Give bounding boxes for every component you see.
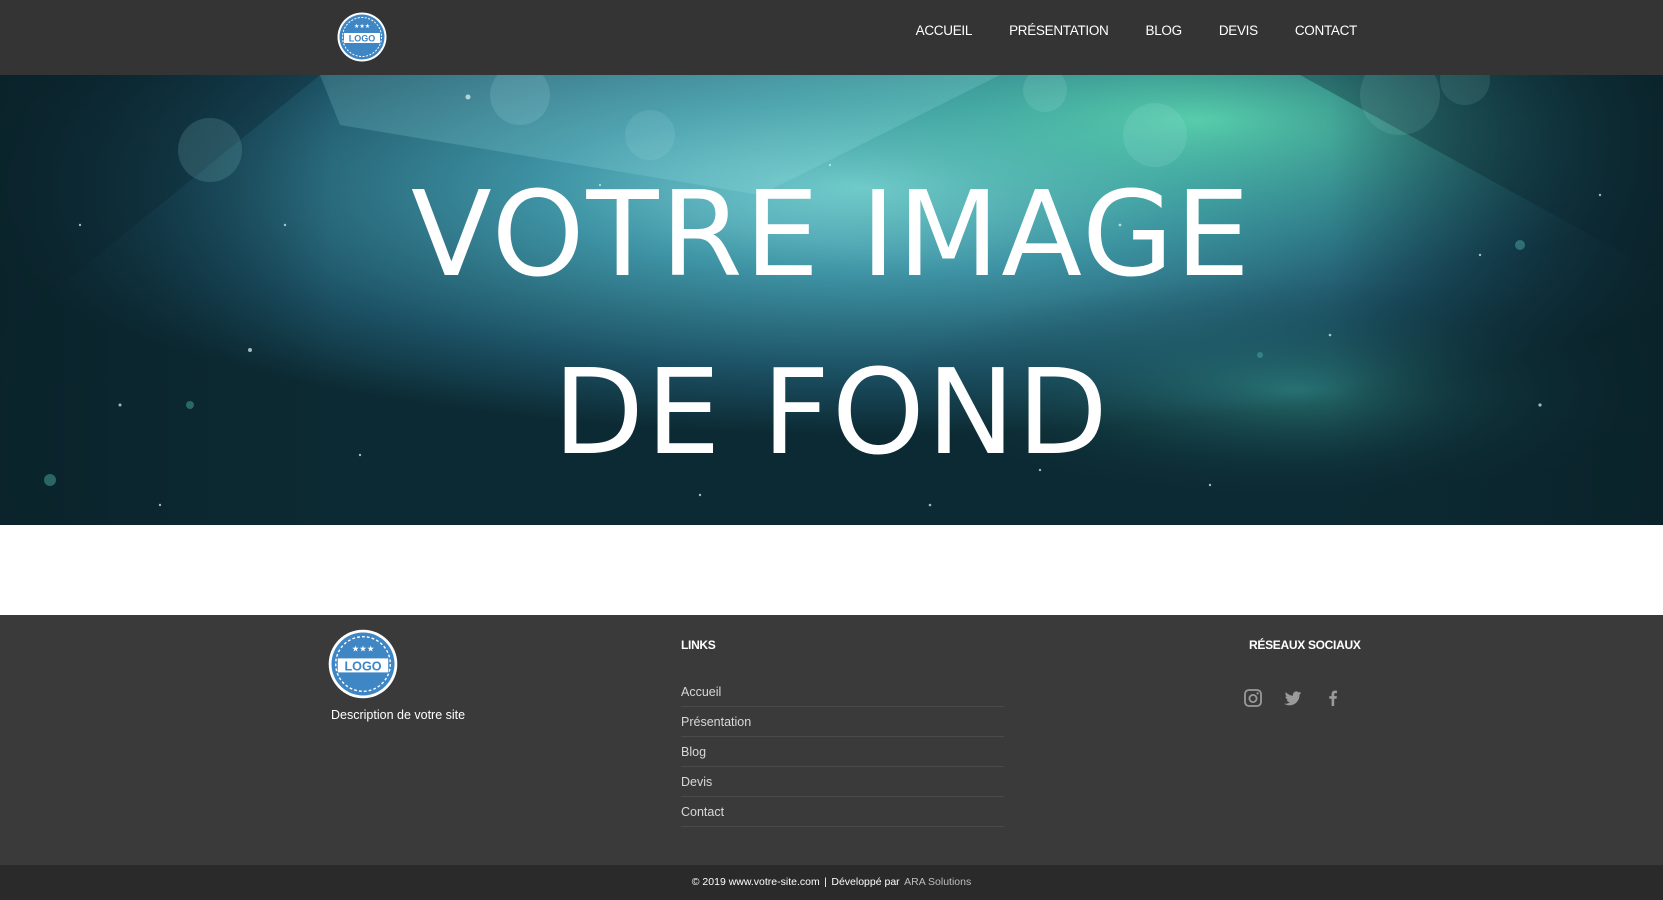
- footer-logo[interactable]: ★★★ LOGO: [328, 629, 398, 699]
- logo-text: LOGO: [344, 659, 381, 673]
- list-item: Présentation: [681, 707, 1004, 737]
- footer-link-devis[interactable]: Devis: [681, 775, 712, 789]
- instagram-icon[interactable]: [1243, 688, 1263, 708]
- logo-stars: ★★★: [354, 23, 370, 30]
- logo-text: LOGO: [349, 34, 376, 44]
- footer-link-contact[interactable]: Contact: [681, 805, 724, 819]
- logo-badge-icon: ★★★ LOGO: [337, 12, 387, 62]
- logo-badge-icon: ★★★ LOGO: [328, 629, 398, 699]
- social-icons: [1243, 688, 1343, 708]
- developer-link[interactable]: ARA Solutions: [904, 876, 971, 888]
- developed-by-label: Développé par: [831, 876, 900, 888]
- site-description: Description de votre site: [331, 708, 466, 722]
- footer: ★★★ LOGO Description de votre site LINKS…: [0, 615, 1663, 865]
- main-nav: ACCUEIL PRÉSENTATION BLOG DEVIS CONTACT: [879, 0, 1358, 60]
- hero-banner: VOTRE IMAGE DE FOND: [0, 75, 1663, 525]
- social-heading: RÉSEAUX SOCIAUX: [1249, 638, 1361, 652]
- hero-title: VOTRE IMAGE DE FOND: [0, 145, 1663, 501]
- footer-link-presentation[interactable]: Présentation: [681, 715, 751, 729]
- list-item: Devis: [681, 767, 1004, 797]
- copyright-text: © 2019 www.votre-site.com: [691, 876, 820, 888]
- header-logo[interactable]: ★★★ LOGO: [337, 12, 387, 62]
- twitter-icon[interactable]: [1283, 688, 1303, 708]
- facebook-icon[interactable]: [1323, 688, 1343, 708]
- nav-presentation[interactable]: PRÉSENTATION: [1009, 23, 1109, 38]
- list-item: Accueil: [681, 677, 1004, 707]
- copyright-bar: © 2019 www.votre-site.com | Développé pa…: [0, 865, 1663, 900]
- copyright-separator: |: [824, 876, 827, 888]
- nav-devis[interactable]: DEVIS: [1219, 23, 1258, 38]
- hero-title-line1: VOTRE IMAGE: [411, 165, 1252, 303]
- footer-link-accueil[interactable]: Accueil: [681, 685, 721, 699]
- logo-stars: ★★★: [352, 643, 375, 653]
- top-navbar: ★★★ LOGO ACCUEIL PRÉSENTATION BLOG DEVIS…: [0, 0, 1663, 75]
- nav-contact[interactable]: CONTACT: [1295, 23, 1357, 38]
- list-item: Contact: [681, 797, 1004, 827]
- list-item: Blog: [681, 737, 1004, 767]
- footer-links-list: Accueil Présentation Blog Devis Contact: [681, 677, 1004, 827]
- links-heading: LINKS: [681, 638, 716, 652]
- nav-blog[interactable]: BLOG: [1146, 23, 1183, 38]
- hero-title-line2: DE FOND: [553, 343, 1110, 481]
- nav-accueil[interactable]: ACCUEIL: [916, 23, 973, 38]
- footer-link-blog[interactable]: Blog: [681, 745, 706, 759]
